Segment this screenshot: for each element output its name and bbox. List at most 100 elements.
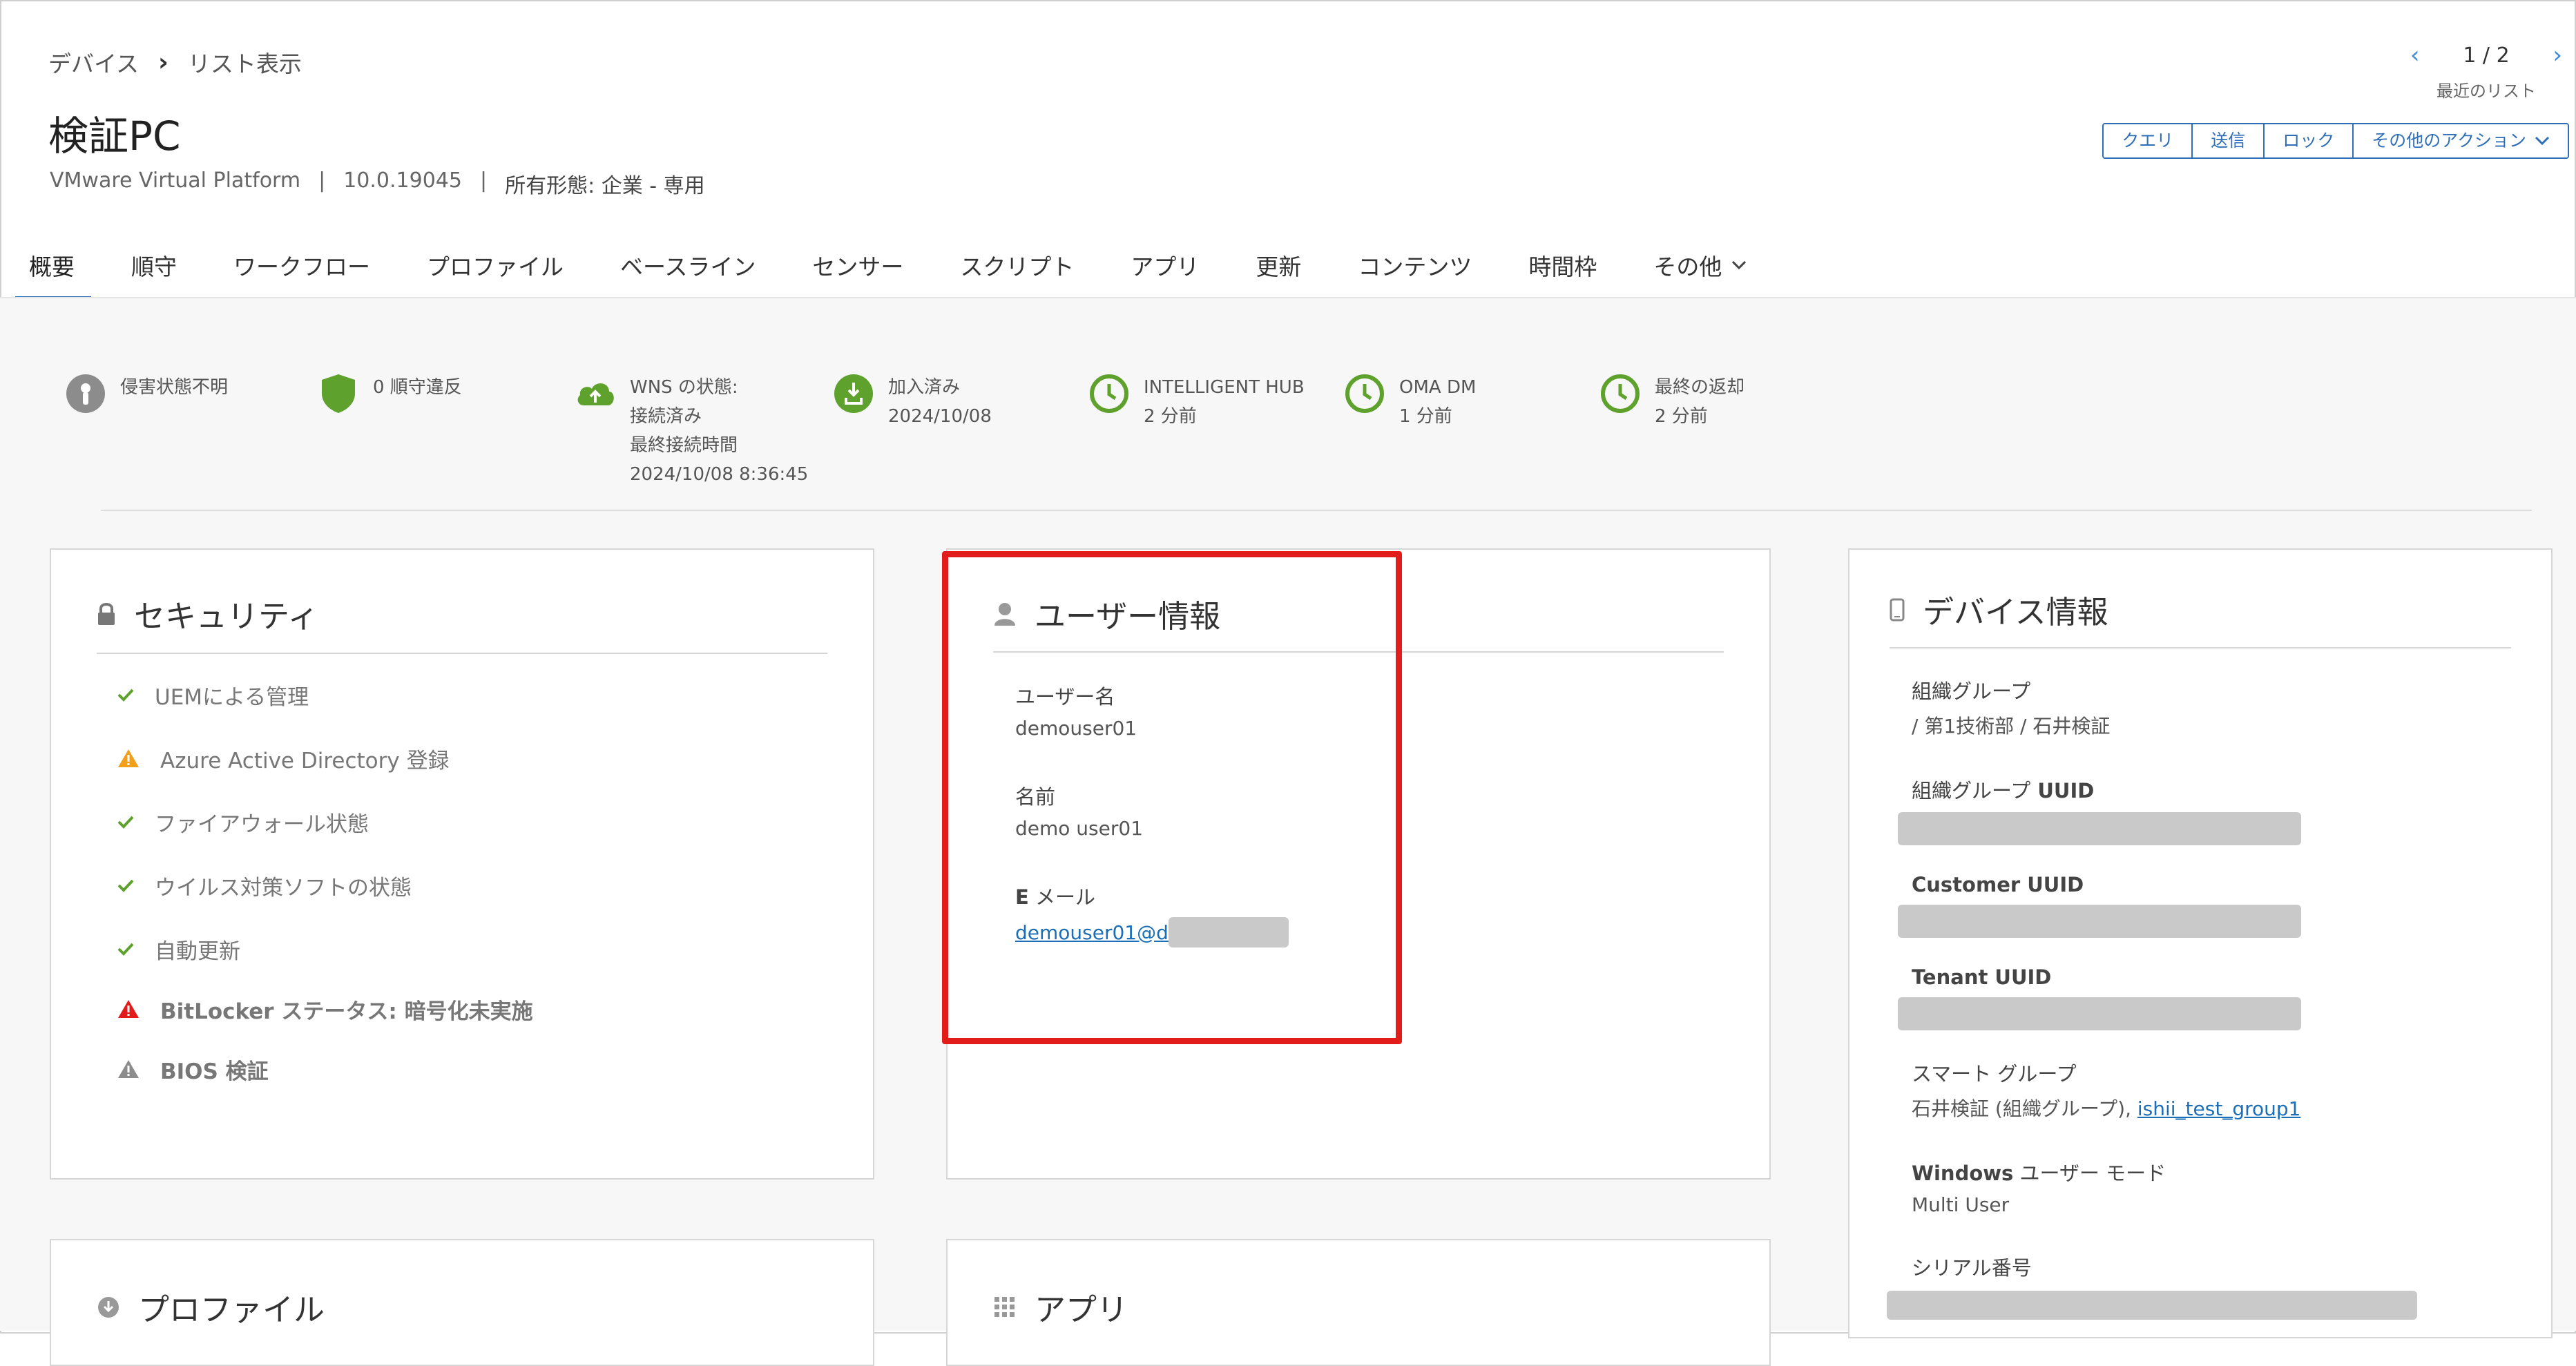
security-card: セキュリティ UEMによる管理 Azure Active Directory 登… xyxy=(50,548,874,1180)
omadm-label: OMA DM xyxy=(1399,377,1477,398)
org-group-value: / 第1技術部 / 石井検証 xyxy=(1912,715,2111,738)
win-mode-label-bold: Windows xyxy=(1912,1162,2014,1185)
device-subtitle: VMware Virtual Platform | 10.0.19045 | 所… xyxy=(50,169,705,199)
security-item-label: Azure Active Directory 登録 xyxy=(160,748,450,773)
security-item: ファイアウォール状態 xyxy=(117,790,832,854)
tab-time-window[interactable]: 時間枠 xyxy=(1515,242,1613,300)
tab-updates[interactable]: 更新 xyxy=(1242,242,1318,300)
redacted-block xyxy=(1898,997,2301,1030)
more-actions-button[interactable]: その他のアクション xyxy=(2354,124,2568,157)
hub-label: INTELLIGENT HUB xyxy=(1144,377,1305,398)
record-pager: ‹ 1 / 2 › 最近のリスト xyxy=(2410,41,2562,102)
security-item: BitLocker ステータス: 暗号化未実施 xyxy=(117,981,832,1037)
apps-title-text: アプリ xyxy=(1035,1291,1128,1328)
tab-baseline[interactable]: ベースライン xyxy=(606,242,772,300)
pager-position: 1 / 2 xyxy=(2463,43,2510,68)
smart-group-label: スマート グループ xyxy=(1912,1062,2077,1086)
warning-icon xyxy=(118,1060,139,1078)
apps-card: アプリ xyxy=(946,1239,1771,1366)
wns-line-3: 最終接続時間 xyxy=(630,435,738,456)
tab-content[interactable]: コンテンツ xyxy=(1344,242,1488,300)
more-actions-label: その他のアクション xyxy=(2372,131,2526,151)
tab-overview[interactable]: 概要 xyxy=(15,242,91,300)
chevron-down-icon xyxy=(1732,260,1747,270)
wns-status: WNS の状態: 接続済み 最終接続時間 2024/10/08 8:36:45 xyxy=(575,373,808,489)
clock-icon xyxy=(1599,373,1641,414)
breadcrumb-devices-link[interactable]: デバイス xyxy=(48,46,139,79)
check-icon xyxy=(117,943,134,956)
customer-uuid-label: Customer UUID xyxy=(1912,873,2084,896)
next-record-icon[interactable]: › xyxy=(2553,41,2562,69)
breadcrumb: デバイス › リスト表示 xyxy=(48,46,302,79)
compromised-text: 侵害状態不明 xyxy=(120,377,229,398)
redacted-block xyxy=(1898,905,2301,938)
omadm-status: OMA DM 1 分前 xyxy=(1344,373,1476,431)
phone-icon xyxy=(1890,598,1905,621)
org-group-uuid-label: 組織グループ UUID xyxy=(1912,775,2524,804)
security-item: 自動更新 xyxy=(117,917,832,981)
profile-title-text: プロファイル xyxy=(138,1291,325,1328)
win-mode-label-rest: ユーザー モード xyxy=(2013,1162,2166,1185)
chevron-right-icon: › xyxy=(158,48,169,77)
org-uuid-label-bold: UUID xyxy=(2030,779,2095,802)
wns-line-4: 2024/10/08 8:36:45 xyxy=(630,464,809,485)
send-button[interactable]: 送信 xyxy=(2193,124,2265,157)
apps-title: アプリ xyxy=(993,1285,1128,1329)
enrolled-icon xyxy=(833,373,874,414)
last-seen-label: 最終の返却 xyxy=(1655,377,1745,398)
last-seen-time: 2 分前 xyxy=(1655,406,1708,427)
query-button[interactable]: クエリ xyxy=(2104,124,2193,157)
previous-record-icon[interactable]: ‹ xyxy=(2410,41,2420,69)
tab-workflow[interactable]: ワークフロー xyxy=(220,242,387,300)
smart-group-value: 石井検証 (組織グループ), ishii_test_group1 xyxy=(1912,1094,2524,1122)
os-version-text: 10.0.19045 xyxy=(343,169,462,193)
compliance-text: 0 順守違反 xyxy=(373,377,462,398)
clock-icon xyxy=(1344,373,1385,414)
smart-group-text: 石井検証 (組織グループ), xyxy=(1912,1097,2137,1120)
security-item: ウイルス対策ソフトの状態 xyxy=(117,854,832,917)
security-item-label: ウイルス対策ソフトの状態 xyxy=(155,875,412,901)
security-title: セキュリティ xyxy=(97,591,827,636)
device-info-title-text: デバイス情報 xyxy=(1923,594,2108,631)
tenant-uuid-label: Tenant UUID xyxy=(1912,965,2052,989)
org-group-label: 組織グループ xyxy=(1912,680,2031,703)
lock-icon xyxy=(98,602,115,625)
compliance-status: 0 順守違反 xyxy=(318,373,462,414)
smart-group-link[interactable]: ishii_test_group1 xyxy=(2137,1097,2301,1120)
enrolled-date: 2024/10/08 xyxy=(888,406,992,427)
tab-sensors[interactable]: センサー xyxy=(798,242,920,300)
enrollment-status: 加入済み 2024/10/08 xyxy=(833,373,992,431)
ownership-text: 所有形態: 企業 - 専用 xyxy=(505,174,705,198)
grid-icon xyxy=(994,1296,1015,1317)
tab-profiles[interactable]: プロファイル xyxy=(413,242,580,300)
security-item-label: BIOS 検証 xyxy=(160,1059,269,1084)
breadcrumb-current: リスト表示 xyxy=(187,50,302,77)
tab-compliance[interactable]: 順守 xyxy=(117,242,193,300)
status-divider xyxy=(101,510,2532,511)
section-divider xyxy=(97,653,827,654)
device-info-card: デバイス情報 組織グループ / 第1技術部 / 石井検証 組織グループ UUID… xyxy=(1848,548,2553,1338)
profile-card: プロファイル xyxy=(50,1239,874,1366)
security-item: UEMによる管理 xyxy=(117,663,832,727)
hub-status: INTELLIGENT HUB 2 分前 xyxy=(1088,373,1305,431)
security-item-label: ファイアウォール状態 xyxy=(155,811,369,837)
cloud-upload-icon xyxy=(575,373,616,414)
lock-button[interactable]: ロック xyxy=(2265,124,2354,157)
chevron-down-icon xyxy=(2535,136,2550,146)
divider: | xyxy=(479,169,488,193)
serial-number-label: シリアル番号 xyxy=(1912,1256,2032,1280)
tab-scripts[interactable]: スクリプト xyxy=(946,242,1090,300)
windows-user-mode-value: Multi User xyxy=(1912,1193,2010,1216)
tab-more[interactable]: その他 xyxy=(1640,242,1763,300)
tab-more-label: その他 xyxy=(1653,253,1722,280)
org-uuid-label-text: 組織グループ xyxy=(1912,779,2031,802)
check-icon xyxy=(117,879,134,892)
last-seen-status: 最終の返却 2 分前 xyxy=(1599,373,1744,431)
recent-list-label: 最近のリスト xyxy=(2436,81,2536,101)
error-icon xyxy=(118,1000,139,1018)
action-button-group: クエリ 送信 ロック その他のアクション xyxy=(2102,123,2569,159)
redacted-block xyxy=(1898,812,2301,845)
security-title-text: セキュリティ xyxy=(134,598,319,635)
tab-apps[interactable]: アプリ xyxy=(1117,242,1215,300)
check-icon xyxy=(117,816,134,829)
